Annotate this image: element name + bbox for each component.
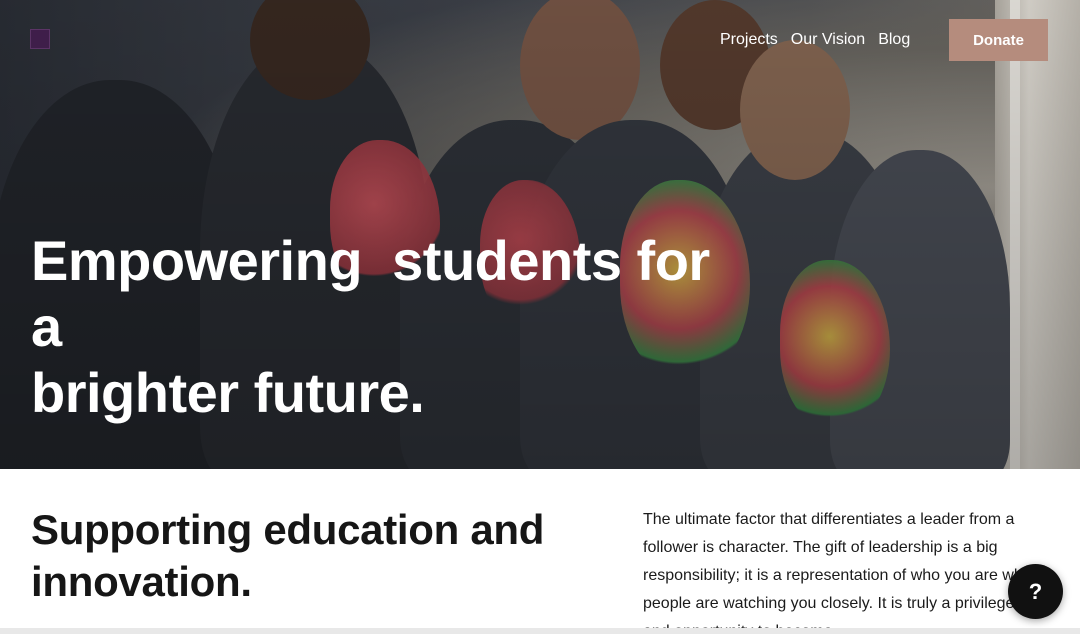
nav-link-blog[interactable]: Blog xyxy=(878,29,910,51)
nav-link-projects[interactable]: Projects xyxy=(720,29,778,51)
intro-title: Supporting education and innovation. xyxy=(31,506,545,605)
intro-body: The ultimate factor that differentiates … xyxy=(643,511,1041,634)
hero-section: Projects Our Vision Blog Donate Empoweri… xyxy=(0,0,1080,469)
nav-link-our-vision[interactable]: Our Vision xyxy=(791,29,865,51)
question-icon: ? xyxy=(1028,578,1043,604)
help-button[interactable]: ? xyxy=(1008,564,1063,619)
page-bottom-divider xyxy=(0,628,1080,634)
donate-button[interactable]: Donate xyxy=(949,19,1048,61)
main-nav: Projects Our Vision Blog xyxy=(720,29,910,51)
hero-title: Empowering students for a brighter futur… xyxy=(31,229,710,424)
brand-logo-icon[interactable] xyxy=(30,29,50,49)
